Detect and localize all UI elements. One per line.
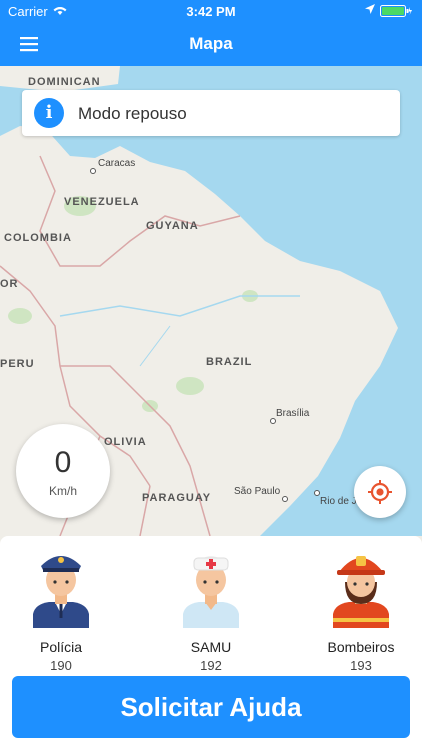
speed-indicator: 0 Km/h [16,424,110,518]
clock: 3:42 PM [186,4,236,19]
city-label: Rio de J [320,496,357,507]
speed-unit: Km/h [48,484,77,498]
police-service[interactable]: Polícia 190 [11,544,111,673]
mode-text: Modo repouso [78,104,187,123]
police-label: Polícia [39,639,83,655]
samu-number: 192 [200,658,222,673]
country-label: OLIVIA [104,436,147,448]
paramedic-icon [183,556,239,628]
status-bar: Carrier 3:42 PM [0,0,422,22]
samu-service[interactable]: SAMU 192 [161,544,261,673]
country-label: PERU [0,358,35,370]
speed-value: 0 [54,446,72,479]
info-icon: i [34,98,64,128]
firefighter-icon [333,556,389,628]
firefighters-number: 193 [350,658,372,673]
country-label: VENEZUELA [64,196,140,208]
country-label: GUYANA [146,220,199,232]
country-label: BRAZIL [206,356,253,368]
top-bar: Carrier 3:42 PM Mapa [0,0,422,66]
city-label: São Paulo [234,486,281,497]
samu-label: SAMU [190,639,232,655]
page-title: Mapa [189,34,233,53]
city-label: Caracas [98,158,136,169]
firefighters-label: Bombeiros [327,639,395,655]
city-marker [90,168,96,174]
location-arrow-icon [364,3,376,18]
police-officer-icon [33,556,89,628]
country-label: DOMINICAN [28,76,101,88]
battery-icon [380,5,412,20]
request-help-button[interactable]: Solicitar Ajuda [12,676,410,738]
city-label: Brasília [276,408,310,419]
crosshair-icon [368,480,392,504]
country-label: PARAGUAY [142,492,212,504]
country-label: OR [0,278,19,290]
police-number: 190 [50,658,72,673]
firefighters-service[interactable]: Bombeiros 193 [311,544,411,673]
country-label: COLOMBIA [4,232,72,244]
status-banner: i Modo repouso [22,90,400,136]
city-marker [282,496,288,502]
nav-bar: Mapa [0,22,422,66]
locate-me-button[interactable] [354,466,406,518]
